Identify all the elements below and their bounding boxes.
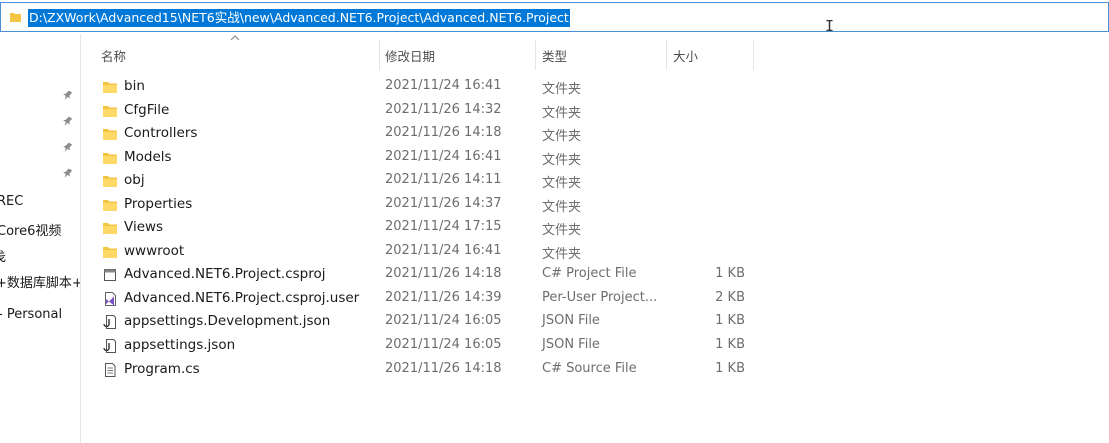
file-row-appsettings-dev[interactable]: appsettings.Development.json 2021/11/24 … (96, 310, 756, 333)
file-date: 2021/11/24 17:15 (385, 219, 502, 234)
file-type: 文件夹 (542, 247, 582, 262)
file-date: 2021/11/26 14:37 (385, 196, 502, 211)
visual-studio-file-icon (105, 292, 116, 306)
folder-icon (103, 106, 117, 117)
file-type: 文件夹 (542, 106, 582, 121)
folder-icon (103, 129, 117, 140)
folder-icon (103, 153, 117, 164)
file-type: Per-User Project... (542, 290, 658, 305)
nav-item-rec[interactable]: REC (0, 194, 23, 209)
pin-icon (63, 116, 73, 126)
file-type: JSON File (542, 313, 600, 328)
navigation-pane: REC Core6视频 戋 +数据库脚本+ - Personal (0, 34, 81, 443)
nav-item-personal[interactable]: - Personal (0, 307, 62, 322)
file-name: Views (124, 219, 164, 235)
cs-file-icon (105, 363, 116, 377)
file-type: 文件夹 (542, 200, 582, 215)
file-date: 2021/11/24 16:05 (385, 337, 502, 352)
file-type: 文件夹 (542, 153, 582, 168)
file-name: wwwroot (124, 243, 185, 259)
column-divider[interactable] (666, 40, 667, 70)
file-date: 2021/11/26 14:11 (385, 172, 502, 187)
file-size: 1 KB (715, 337, 745, 352)
column-header-type[interactable]: 类型 (542, 46, 567, 65)
column-divider[interactable] (379, 40, 380, 70)
file-row-appsettings[interactable]: appsettings.json 2021/11/24 16:05 JSON F… (96, 334, 756, 357)
file-name: Advanced.NET6.Project.csproj.user (124, 290, 360, 306)
file-type: JSON File (542, 337, 600, 352)
file-date: 2021/11/24 16:41 (385, 78, 502, 93)
file-date: 2021/11/26 14:32 (385, 102, 502, 117)
file-row-csproj[interactable]: Advanced.NET6.Project.csproj 2021/11/26 … (96, 263, 756, 286)
file-name: Properties (124, 196, 193, 212)
file-type: 文件夹 (542, 82, 582, 97)
file-size: 1 KB (715, 266, 745, 281)
file-row-bin[interactable]: bin 2021/11/24 16:41 文件夹 (96, 75, 756, 98)
file-row-csproj-user[interactable]: Advanced.NET6.Project.csproj.user 2021/1… (96, 287, 756, 310)
folder-icon (103, 200, 117, 211)
file-date: 2021/11/26 14:18 (385, 125, 502, 140)
file-date: 2021/11/24 16:05 (385, 313, 502, 328)
file-name: Advanced.NET6.Project.csproj (124, 266, 326, 282)
nav-item-database-scripts[interactable]: +数据库脚本+ (0, 272, 80, 291)
folder-icon (103, 82, 117, 93)
file-name: appsettings.Development.json (124, 313, 331, 329)
column-divider[interactable] (753, 40, 754, 70)
folder-icon (10, 13, 21, 22)
file-row-obj[interactable]: obj 2021/11/26 14:11 文件夹 (96, 169, 756, 192)
column-header-size[interactable]: 大小 (673, 46, 698, 65)
pin-icon (63, 168, 73, 178)
folder-icon (103, 176, 117, 187)
file-type: 文件夹 (542, 176, 582, 191)
address-path-text[interactable]: D:\ZXWork\Advanced15\NET6实战\new\Advanced… (28, 9, 570, 27)
column-header-name[interactable]: 名称 (101, 46, 126, 65)
file-name: Models (124, 149, 172, 165)
json-file-icon (103, 315, 116, 329)
nav-item-3[interactable]: 戋 (0, 246, 6, 265)
file-row-program-cs[interactable]: Program.cs 2021/11/26 14:18 C# Source Fi… (96, 358, 756, 381)
pin-icon (63, 90, 73, 100)
file-type: 文件夹 (542, 129, 582, 144)
file-name: Program.cs (124, 361, 200, 377)
file-type: C# Project File (542, 266, 637, 281)
file-date: 2021/11/26 14:18 (385, 361, 502, 376)
file-date: 2021/11/24 16:41 (385, 149, 502, 164)
file-date: 2021/11/24 16:41 (385, 243, 502, 258)
file-size: 2 KB (715, 290, 745, 305)
column-divider[interactable] (535, 40, 536, 70)
file-name: bin (124, 78, 145, 94)
json-file-icon (103, 339, 116, 353)
file-row-cfgfile[interactable]: CfgFile 2021/11/26 14:32 文件夹 (96, 99, 756, 122)
csproj-file-icon (104, 269, 116, 281)
pin-icon (63, 142, 73, 152)
text-cursor-icon: I (825, 17, 835, 35)
file-name: obj (124, 172, 145, 188)
file-type: 文件夹 (542, 223, 582, 238)
column-header-date[interactable]: 修改日期 (385, 46, 435, 65)
file-size: 1 KB (715, 313, 745, 328)
file-date: 2021/11/26 14:18 (385, 266, 502, 281)
file-row-wwwroot[interactable]: wwwroot 2021/11/24 16:41 文件夹 (96, 240, 756, 263)
file-size: 1 KB (715, 361, 745, 376)
file-row-models[interactable]: Models 2021/11/24 16:41 文件夹 (96, 146, 756, 169)
folder-icon (103, 223, 117, 234)
nav-item-core6[interactable]: Core6视频 (0, 220, 61, 239)
file-row-views[interactable]: Views 2021/11/24 17:15 文件夹 (96, 216, 756, 239)
file-row-controllers[interactable]: Controllers 2021/11/26 14:18 文件夹 (96, 122, 756, 145)
sort-ascending-icon (230, 35, 240, 41)
file-name: appsettings.json (124, 337, 236, 353)
folder-icon (103, 247, 117, 258)
file-name: Controllers (124, 125, 198, 141)
file-date: 2021/11/26 14:39 (385, 290, 502, 305)
file-name: CfgFile (124, 102, 170, 118)
address-bar[interactable]: D:\ZXWork\Advanced15\NET6实战\new\Advanced… (0, 2, 1109, 35)
file-type: C# Source File (542, 361, 637, 376)
file-row-properties[interactable]: Properties 2021/11/26 14:37 文件夹 (96, 193, 756, 216)
